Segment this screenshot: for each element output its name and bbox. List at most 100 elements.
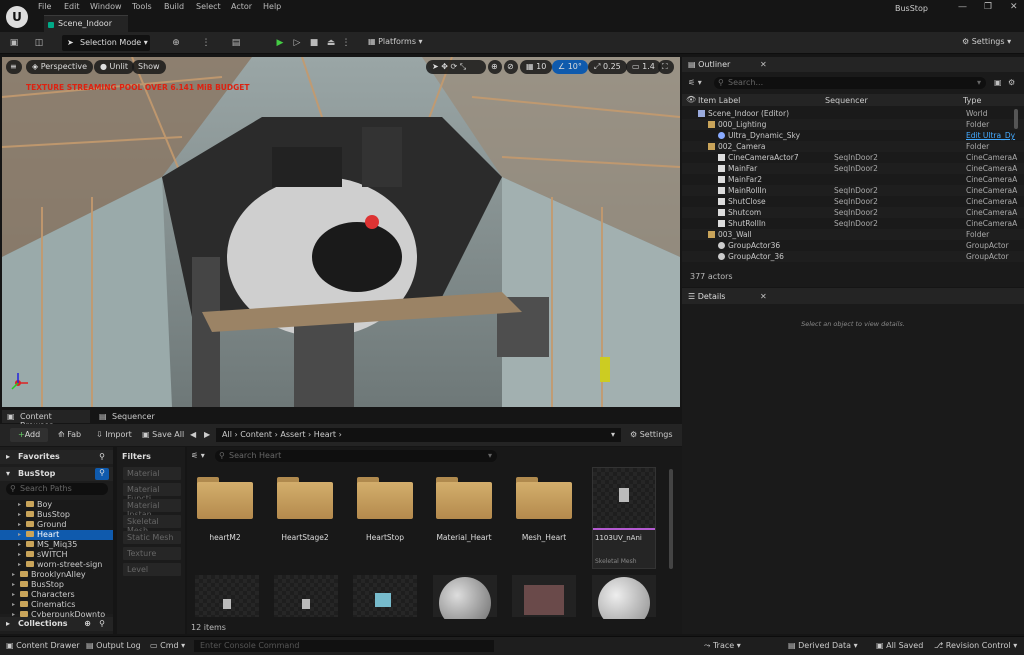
outliner-search-input[interactable]: ⚲ Search... ▾: [714, 77, 986, 89]
menu-actor[interactable]: Actor: [231, 2, 252, 11]
outliner-row[interactable]: ShutClose SeqInDoor2 CineCameraA: [682, 196, 1024, 207]
search-icon[interactable]: ⚲: [99, 452, 105, 461]
close-icon[interactable]: ✕: [1010, 2, 1018, 12]
selection-mode-dropdown[interactable]: ➤ Selection Mode ▾: [62, 35, 150, 51]
outliner-row[interactable]: 003_Wall Folder: [682, 229, 1024, 240]
trace-button[interactable]: ⤳ Trace ▾: [704, 641, 741, 651]
level-viewport[interactable]: ≡ ◈ Perspective ● Unlit Show ➤ ✥ ⟳ ⤡ ⊕ ⊘…: [2, 57, 680, 407]
expand-icon[interactable]: ▸: [18, 510, 21, 520]
add-actor-icon[interactable]: ⊕: [170, 37, 182, 49]
search-assets-input[interactable]: ⚲ Search Heart ▾: [215, 450, 497, 462]
all-saved-button[interactable]: ▣ All Saved: [876, 641, 923, 650]
outliner-row[interactable]: MainRollIn SeqInDoor2 CineCameraA: [682, 185, 1024, 196]
filter-material-function[interactable]: Material Functi: [123, 483, 181, 503]
stop-icon[interactable]: ■: [308, 37, 320, 49]
cb-settings-button[interactable]: ⚙ Settings: [630, 428, 673, 442]
folder-heartm2[interactable]: [197, 477, 253, 519]
outliner-row[interactable]: 000_Lighting Folder: [682, 119, 1024, 130]
filter-material-instance[interactable]: Material Instan: [123, 499, 181, 519]
tree-item[interactable]: ▸ BusStop: [0, 580, 113, 590]
close-tab-icon[interactable]: ✕: [760, 60, 767, 69]
play-icon[interactable]: ▶: [274, 37, 286, 49]
maximize-viewport-icon[interactable]: ⛶: [658, 60, 674, 74]
camera-speed-button[interactable]: ▭ 1.4: [626, 60, 661, 74]
outliner-scrollbar[interactable]: [1014, 109, 1018, 129]
outliner-row[interactable]: Shutcom SeqInDoor2 CineCameraA: [682, 207, 1024, 218]
add-folder-icon[interactable]: ▣: [994, 78, 1002, 87]
project-header[interactable]: ▾ BusStop ⚲: [0, 467, 113, 481]
menu-window[interactable]: Window: [90, 2, 122, 11]
folder-heartstage2[interactable]: [277, 477, 333, 519]
rotation-snap-button[interactable]: ∠ 10°: [552, 60, 588, 74]
expand-icon[interactable]: ▸: [18, 500, 21, 510]
tree-item[interactable]: ▸ worn-street-sign: [0, 560, 113, 570]
folder-material-heart[interactable]: [436, 477, 492, 519]
filter-level[interactable]: Level: [123, 563, 181, 576]
expand-icon[interactable]: ▸: [12, 580, 15, 590]
outliner-row[interactable]: CineCameraActor7 SeqInDoor2 CineCameraA: [682, 152, 1024, 163]
folder-heartstop[interactable]: [357, 477, 413, 519]
eject-icon[interactable]: ⏏: [325, 37, 337, 49]
asset-thumbnail[interactable]: [512, 575, 576, 617]
tree-item[interactable]: ▸ Ground: [0, 520, 113, 530]
menu-select[interactable]: Select: [196, 2, 221, 11]
document-tab[interactable]: Scene_Indoor: [44, 15, 128, 32]
outliner-row[interactable]: ShutRollIn SeqInDoor2 CineCameraA: [682, 218, 1024, 229]
expand-icon[interactable]: ▸: [18, 550, 21, 560]
expand-icon[interactable]: ▸: [18, 530, 21, 540]
outliner-row[interactable]: MainFar SeqInDoor2 CineCameraA: [682, 163, 1024, 174]
breadcrumb-content[interactable]: Content: [240, 430, 272, 439]
minimize-icon[interactable]: —: [958, 2, 967, 12]
close-tab-icon[interactable]: ✕: [760, 292, 767, 301]
unreal-logo-icon[interactable]: U: [6, 6, 28, 28]
column-item-label[interactable]: Item Label: [698, 96, 740, 105]
derived-data-button[interactable]: ▤ Derived Data ▾: [788, 641, 858, 650]
play-options-icon[interactable]: ⋮: [340, 37, 352, 49]
view-mode-button[interactable]: ◈ Perspective: [26, 60, 94, 74]
menu-edit[interactable]: Edit: [64, 2, 80, 11]
outliner-row[interactable]: MainFar2 CineCameraA: [682, 174, 1024, 185]
asset-thumbnail[interactable]: [353, 575, 417, 617]
back-icon[interactable]: ◀: [190, 428, 196, 442]
asset-thumbnail[interactable]: [433, 575, 497, 629]
tree-item[interactable]: ▸ Heart: [0, 530, 113, 540]
breadcrumb-heart[interactable]: Heart: [314, 430, 336, 439]
save-icon[interactable]: ▣: [8, 37, 20, 49]
browse-icon[interactable]: ◫: [33, 37, 45, 49]
menu-help[interactable]: Help: [263, 2, 281, 11]
transform-tools[interactable]: ➤ ✥ ⟳ ⤡: [426, 60, 486, 74]
edit-blueprint-link[interactable]: Edit Ultra_Dy: [966, 130, 1015, 141]
settings-icon[interactable]: ⚙: [1008, 78, 1015, 87]
outliner-row[interactable]: Ultra_Dynamic_Sky Edit Ultra_Dy: [682, 130, 1024, 141]
menu-file[interactable]: File: [38, 2, 51, 11]
breadcrumb-assert[interactable]: Assert: [280, 430, 305, 439]
output-log-button[interactable]: ▤ Output Log: [86, 641, 141, 650]
details-title[interactable]: ☰ Details: [688, 292, 725, 301]
asset-scrollbar[interactable]: [669, 469, 673, 569]
filter-icon[interactable]: ⚟ ▾: [688, 78, 702, 87]
filter-material[interactable]: Material: [123, 467, 181, 480]
asset-thumbnail[interactable]: [274, 575, 338, 617]
asset-thumbnail[interactable]: [592, 575, 656, 629]
collections-header[interactable]: ▸ Collections ⊕ ⚲: [0, 617, 113, 631]
asset-tile-skeletal-mesh[interactable]: 1103UV_nAni Skeletal Mesh: [592, 467, 656, 569]
outliner-row[interactable]: 002_Camera Folder: [682, 141, 1024, 152]
grid-snap-button[interactable]: ▦ 10: [520, 60, 553, 74]
add-button[interactable]: +Add: [10, 428, 48, 442]
outliner-row[interactable]: GroupActor_36 GroupActor: [682, 251, 1024, 262]
content-drawer-button[interactable]: ▣ Content Drawer: [6, 641, 80, 650]
outliner-row[interactable]: Scene_Indoor (Editor) World: [682, 108, 1024, 119]
search-toggle-icon[interactable]: ⚲: [95, 468, 109, 480]
revision-control-button[interactable]: ⎇ Revision Control ▾: [934, 641, 1017, 650]
settings-dropdown[interactable]: ⚙ Settings ▾: [962, 37, 1011, 46]
expand-icon[interactable]: ▸: [18, 540, 21, 550]
platforms-dropdown[interactable]: ▦ Platforms ▾: [368, 37, 423, 46]
tab-content-browser[interactable]: ▣Content Browser: [2, 410, 90, 430]
filter-icon[interactable]: ⚟ ▾: [191, 451, 205, 460]
filter-static-mesh[interactable]: Static Mesh: [123, 531, 181, 544]
expand-icon[interactable]: ▸: [12, 600, 15, 610]
tree-item[interactable]: ▸ Characters: [0, 590, 113, 600]
tree-item[interactable]: ▸ Boy: [0, 500, 113, 510]
expand-icon[interactable]: ▸: [12, 570, 15, 580]
import-button[interactable]: ⇩ Import: [96, 428, 132, 442]
